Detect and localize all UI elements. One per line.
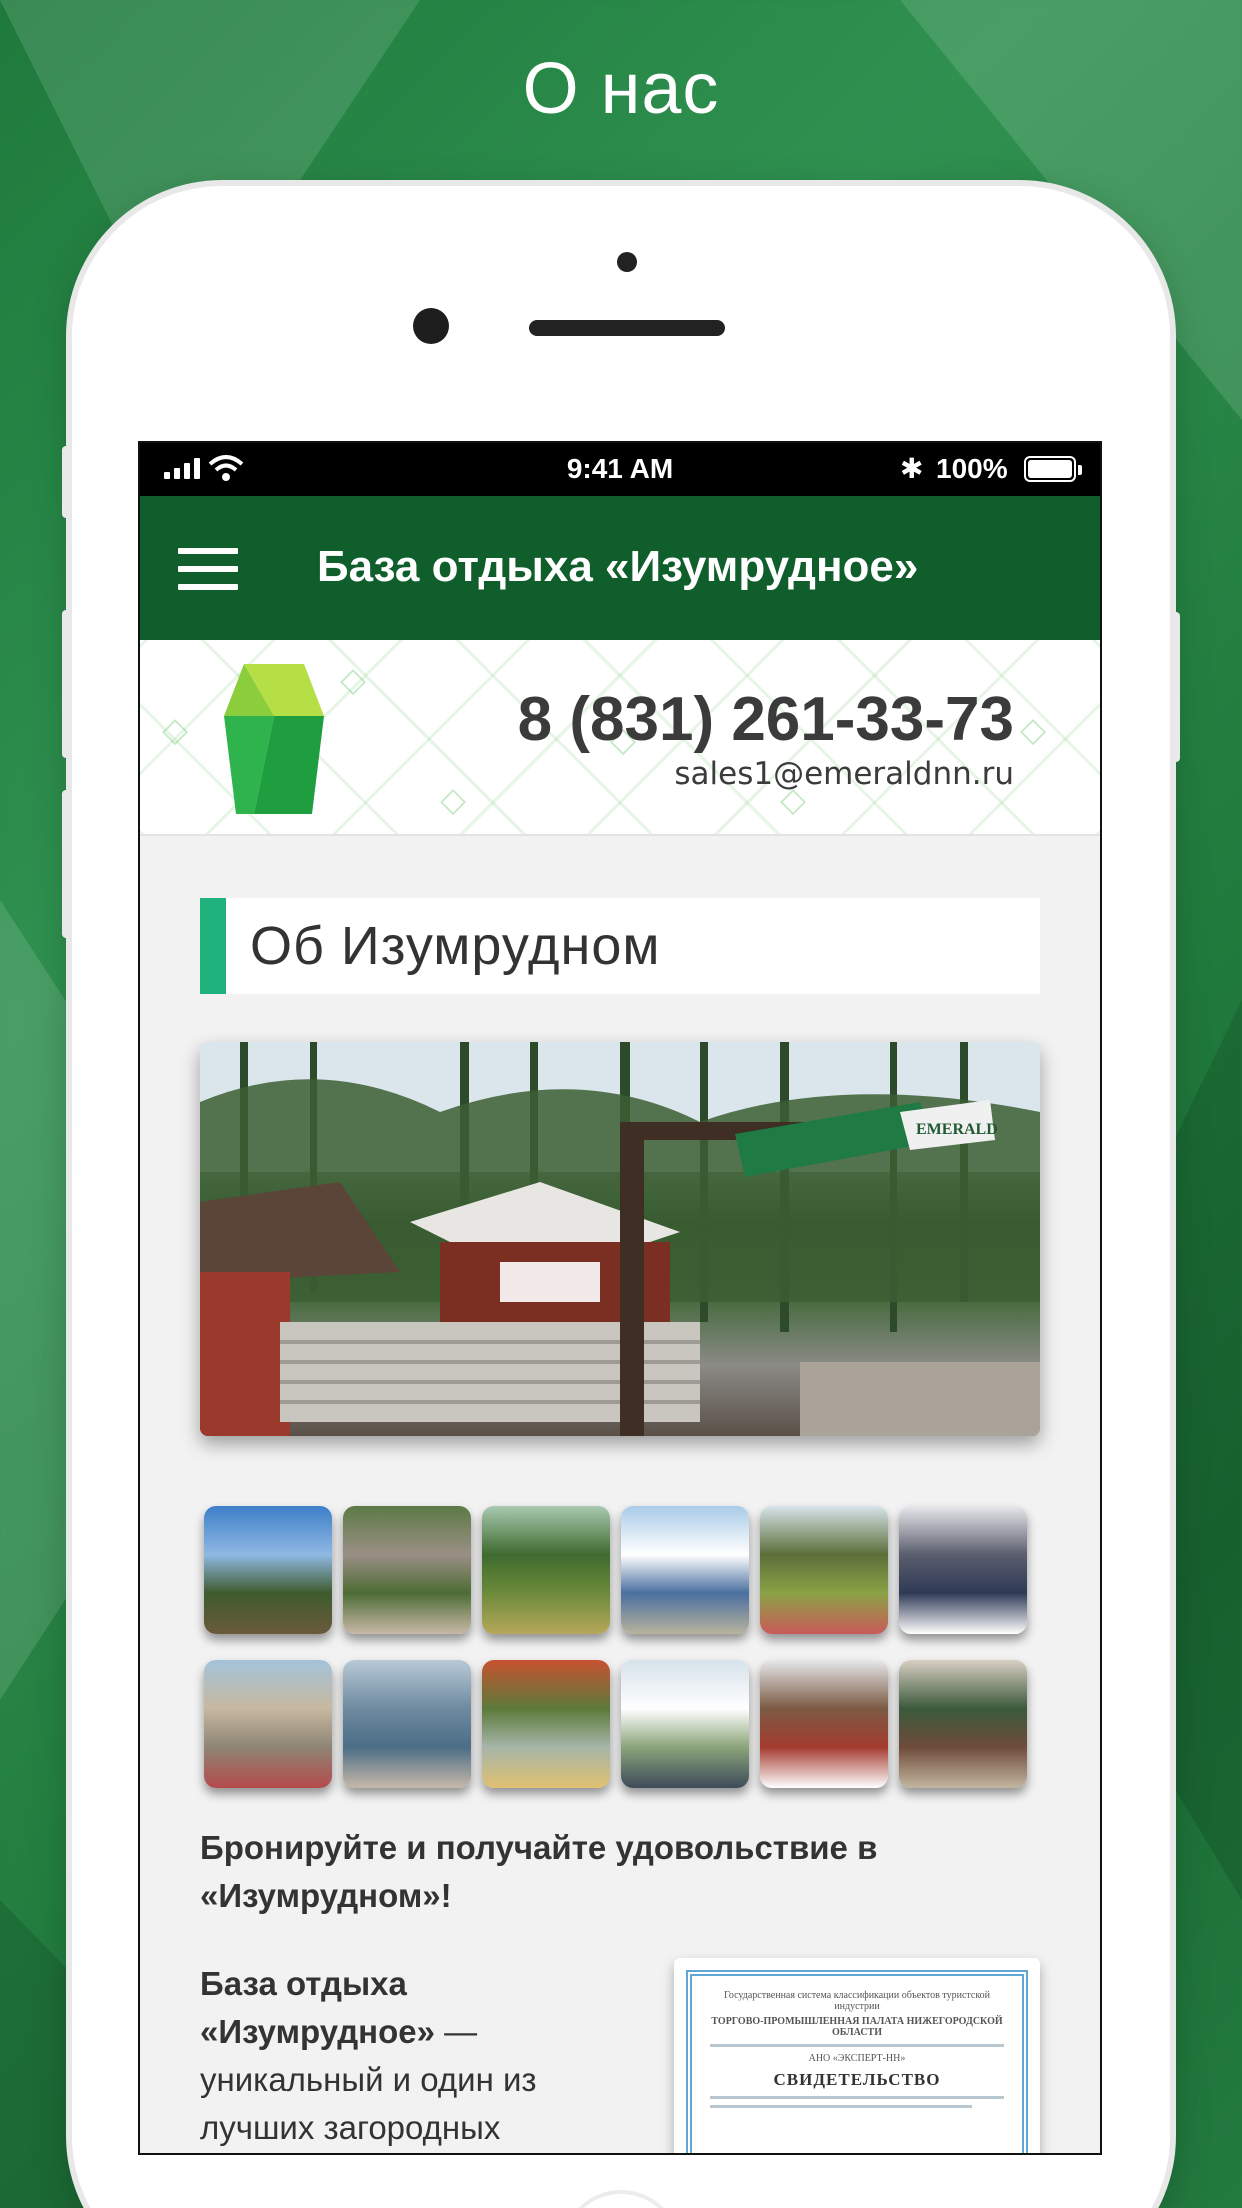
gem-pattern-icon: ◇ bbox=[340, 660, 367, 700]
certificate-issuer: АНО «ЭКСПЕРТ-НН» bbox=[808, 2053, 906, 2064]
certificate-line bbox=[710, 2044, 1004, 2047]
certificate-title: СВИДЕТЕЛЬСТВО bbox=[773, 2070, 941, 2089]
status-bar: 9:41 AM ✱ 100% bbox=[140, 443, 1100, 496]
gem-pattern-icon: ◇ bbox=[440, 780, 467, 820]
phone-volume-down bbox=[62, 790, 72, 938]
contact-email[interactable]: sales1@emeraldnn.ru bbox=[674, 756, 1014, 792]
gem-pattern-icon: ◇ bbox=[162, 710, 189, 750]
gallery-thumbnail[interactable] bbox=[621, 1506, 749, 1634]
screen-title: О нас bbox=[522, 49, 720, 129]
certificate-org: ТОРГОВО-ПРОМЫШЛЕННАЯ ПАЛАТА НИЖЕГОРОДСКО… bbox=[711, 2016, 1003, 2038]
proximity-sensor bbox=[617, 252, 637, 272]
certificate-border: Государственная система классификации об… bbox=[686, 1970, 1028, 2153]
gallery-thumbnail[interactable] bbox=[621, 1660, 749, 1788]
gallery-thumbnail[interactable] bbox=[343, 1660, 471, 1788]
gallery-thumbnail[interactable] bbox=[482, 1506, 610, 1634]
hamburger-menu-icon[interactable] bbox=[178, 548, 238, 592]
toolbar-title: База отдыха «Изумрудное» bbox=[317, 542, 919, 591]
gallery-thumbnail[interactable] bbox=[760, 1506, 888, 1634]
about-section: База отдыха «Изумрудное» — уникальный и … bbox=[200, 1958, 1040, 2153]
about-description: База отдыха «Изумрудное» — уникальный и … bbox=[200, 1960, 620, 2152]
gallery-thumbnail[interactable] bbox=[899, 1506, 1027, 1634]
gallery-thumbnail[interactable] bbox=[204, 1660, 332, 1788]
gem-pattern-icon: ◇ bbox=[1020, 710, 1047, 750]
certificate-line bbox=[710, 2105, 972, 2108]
hero-sign-text: EMERALD bbox=[916, 1121, 998, 1138]
contact-phone[interactable]: 8 (831) 261-33-73 bbox=[518, 684, 1014, 755]
brand-header: ◇ ◇ ◇ ◇ ◇ ◇ 8 (831) 261-33-73 sales1@eme… bbox=[140, 640, 1100, 836]
photo-gallery bbox=[200, 1506, 1040, 1788]
emerald-logo-icon bbox=[224, 664, 324, 814]
content-area: Об Изумрудном EMERALD Бронируйте и получ… bbox=[140, 836, 1100, 2153]
about-description-bold: База отдыха «Изумрудное» bbox=[200, 1965, 435, 2050]
hero-image[interactable]: EMERALD bbox=[200, 1042, 1040, 1436]
section-heading: Об Изумрудном bbox=[200, 898, 1040, 994]
battery-icon bbox=[1024, 456, 1082, 482]
app-screen: 9:41 AM ✱ 100% База отдыха «Изумрудное» … bbox=[138, 441, 1102, 2155]
battery-percentage: 100% bbox=[936, 453, 1008, 484]
phone-power-button bbox=[1170, 612, 1180, 762]
certificate-image[interactable]: Государственная система классификации об… bbox=[674, 1958, 1040, 2153]
gallery-thumbnail[interactable] bbox=[204, 1506, 332, 1634]
front-camera bbox=[413, 308, 449, 344]
hero-illustration: EMERALD bbox=[200, 1042, 1040, 1436]
phone-side-button bbox=[62, 446, 72, 518]
gallery-thumbnail[interactable] bbox=[482, 1660, 610, 1788]
bluetooth-icon: ✱ bbox=[900, 453, 924, 484]
earpiece-speaker bbox=[529, 320, 725, 336]
app-toolbar: База отдыха «Изумрудное» bbox=[140, 496, 1100, 640]
gallery-thumbnail[interactable] bbox=[760, 1660, 888, 1788]
gallery-thumbnail[interactable] bbox=[899, 1660, 1027, 1788]
certificate-header: Государственная система классификации об… bbox=[723, 1990, 991, 2012]
gallery-thumbnail[interactable] bbox=[343, 1506, 471, 1634]
promo-text: Бронируйте и получайте удовольствие в «И… bbox=[200, 1829, 878, 1914]
certificate-line bbox=[710, 2096, 1004, 2099]
phone-volume-up bbox=[62, 610, 72, 758]
